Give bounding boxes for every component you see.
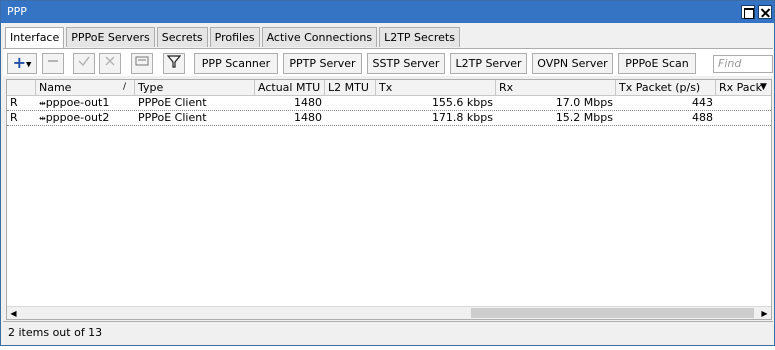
tab-l2tp-secrets[interactable]: L2TP Secrets — [379, 27, 460, 47]
column-header-name[interactable]: Name / — [36, 80, 135, 96]
row-tx-packet: 443 — [692, 96, 713, 109]
restore-window-icon[interactable] — [741, 5, 755, 19]
row-rx: 15.2 Mbps — [555, 111, 613, 124]
column-menu-arrow-icon[interactable]: ▼ — [760, 80, 767, 95]
tab-secrets[interactable]: Secrets — [156, 27, 208, 47]
enable-button[interactable] — [73, 53, 95, 74]
row-name: ⇹pppoe-out2 — [39, 111, 110, 124]
row-actual-mtu: 1480 — [294, 111, 322, 124]
row-rx-packet — [716, 111, 771, 126]
scroll-left-icon[interactable]: ◀ — [7, 307, 20, 320]
remove-button[interactable] — [42, 53, 64, 74]
sstp-server-button[interactable]: SSTP Server — [367, 53, 445, 74]
row-type: PPPoE Client — [138, 96, 207, 109]
column-header-tx[interactable]: Tx — [376, 80, 496, 96]
l2tp-server-button[interactable]: L2TP Server — [450, 53, 527, 74]
tab-profiles[interactable]: Profiles — [209, 27, 260, 47]
scrollbar-thumb[interactable] — [471, 308, 754, 318]
row-name: ⇹pppoe-out1 — [39, 96, 110, 109]
row-flag: R — [10, 111, 18, 124]
row-tx-packet: 488 — [692, 111, 713, 124]
interface-icon: ⇹ — [39, 99, 46, 108]
row-divider — [7, 125, 771, 126]
row-rx-packet — [716, 96, 771, 111]
status-bar: 2 items out of 13 — [3, 321, 773, 342]
close-window-icon[interactable] — [758, 5, 772, 19]
column-header-flag[interactable] — [7, 80, 36, 96]
ppp-window: PPP Interface PPPoE Servers Secrets Prof… — [0, 0, 775, 346]
disable-button[interactable] — [99, 53, 121, 74]
dropdown-arrow-icon: ▼ — [26, 60, 32, 69]
window-title: PPP — [7, 5, 27, 18]
column-header-actual-mtu[interactable]: Actual MTU — [255, 80, 325, 96]
pppoe-scan-button[interactable]: PPPoE Scan — [618, 53, 696, 74]
row-rx: 17.0 Mbps — [555, 96, 613, 109]
comment-button[interactable] — [131, 53, 153, 74]
row-l2-mtu — [325, 96, 376, 111]
sort-slash-icon: / — [123, 82, 127, 92]
find-input[interactable]: Find — [713, 55, 773, 73]
column-header-type[interactable]: Type — [135, 80, 255, 96]
ovpn-server-button[interactable]: OVPN Server — [532, 53, 613, 74]
interface-icon: ⇹ — [39, 114, 46, 123]
tab-pppoe-servers[interactable]: PPPoE Servers — [66, 27, 155, 47]
table-row[interactable]: R ⇹pppoe-out1 PPPoE Client 1480 155.6 kb… — [7, 96, 771, 111]
add-button[interactable]: +▼ — [7, 53, 37, 74]
tab-interface[interactable]: Interface — [5, 27, 65, 48]
tab-bar: Interface PPPoE Servers Secrets Profiles… — [5, 27, 462, 48]
row-type: PPPoE Client — [138, 111, 207, 124]
interface-table: Name / Type Actual MTU L2 MTU Tx Rx Tx Pa… — [6, 79, 772, 320]
pptp-server-button[interactable]: PPTP Server — [283, 53, 362, 74]
filter-button[interactable] — [163, 53, 185, 74]
comment-icon — [135, 56, 149, 66]
row-l2-mtu — [325, 111, 376, 126]
column-header-rx-packet[interactable]: Rx Pack ▼ — [716, 80, 771, 96]
title-bar[interactable]: PPP — [1, 1, 774, 23]
table-header: Name / Type Actual MTU L2 MTU Tx Rx Tx Pa… — [7, 80, 771, 96]
column-header-rx[interactable]: Rx — [496, 80, 616, 96]
column-header-l2-mtu[interactable]: L2 MTU — [325, 80, 376, 96]
horizontal-scrollbar[interactable]: ◀ ▶ — [7, 306, 771, 319]
table-row[interactable]: R ⇹pppoe-out2 PPPoE Client 1480 171.8 kb… — [7, 111, 771, 126]
funnel-icon — [166, 55, 182, 68]
row-flag: R — [10, 96, 18, 109]
minus-icon — [48, 60, 58, 62]
row-tx: 155.6 kbps — [431, 96, 493, 109]
ppp-scanner-button[interactable]: PPP Scanner — [194, 53, 278, 74]
row-tx: 171.8 kbps — [431, 111, 493, 124]
toolbar: +▼ PPP Scanner PPTP Server SSTP Server L… — [3, 48, 773, 76]
check-icon — [78, 56, 90, 67]
scroll-right-icon[interactable]: ▶ — [758, 307, 771, 320]
row-actual-mtu: 1480 — [294, 96, 322, 109]
x-icon — [105, 56, 115, 66]
plus-icon: + — [12, 53, 26, 72]
tab-active-connections[interactable]: Active Connections — [261, 27, 378, 47]
item-count-status: 2 items out of 13 — [8, 326, 103, 339]
column-header-tx-packet[interactable]: Tx Packet (p/s) — [616, 80, 716, 96]
